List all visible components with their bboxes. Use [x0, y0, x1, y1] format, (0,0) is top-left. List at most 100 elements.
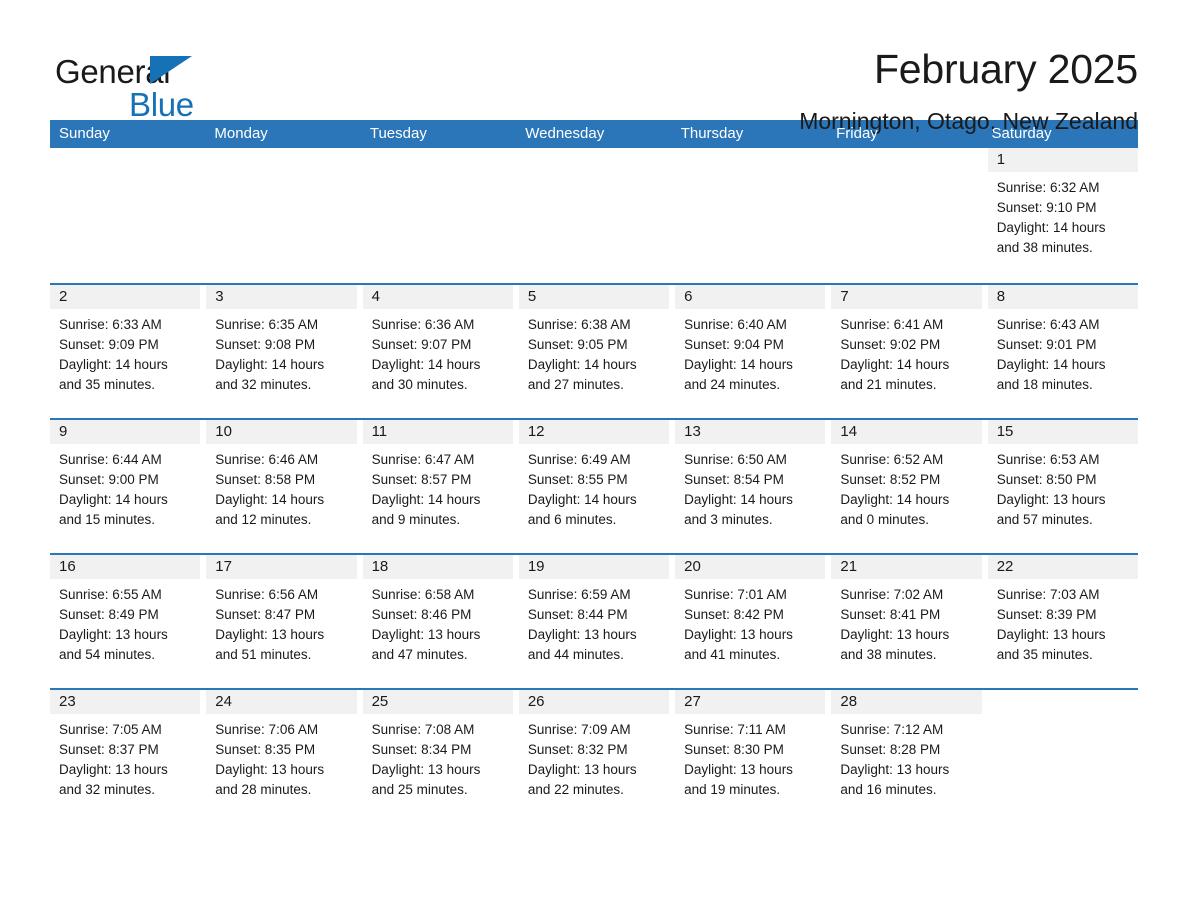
sunrise-text: Sunrise: 6:59 AM — [527, 587, 631, 602]
sunset-text: Sunset: 8:32 PM — [527, 742, 628, 757]
sunrise-text: Sunrise: 6:33 AM — [59, 317, 162, 332]
day-number: 12 — [518, 420, 670, 444]
calendar-weeks: 1 Sunrise: 6:32 AM Sunset: 9:10 PM Daylight… — [50, 148, 1138, 823]
calendar-day-cell[interactable]: 2 Sunrise: 6:33 AM Sunset: 9:09 PM Daylight… — [50, 285, 201, 418]
day-number: 15 — [987, 420, 1138, 444]
day-details: Sunrise: 7:05 AM Sunset: 8:37 PM Daylight:… — [50, 714, 200, 800]
day-details: Sunrise: 6:44 AM Sunset: 9:00 PM Daylight:… — [50, 444, 200, 530]
calendar-day-cell[interactable]: 27 Sunrise: 7:11 AM Sunset: 8:30 PM Dayligh… — [675, 690, 826, 823]
calendar-day-cell[interactable]: 11 Sunrise: 6:47 AM Sunset: 8:57 PM Dayligh… — [362, 420, 513, 553]
daylight-text-line2: and 25 minutes. — [371, 782, 468, 797]
daylight-text-line2: and 38 minutes. — [996, 240, 1093, 255]
sunrise-text: Sunrise: 6:53 AM — [996, 452, 1100, 467]
logo-text-blue: Blue — [129, 86, 194, 123]
daylight-text-line1: Daylight: 14 hours — [59, 492, 168, 507]
sunset-text: Sunset: 8:35 PM — [215, 742, 316, 757]
daylight-text-line2: and 28 minutes. — [215, 782, 312, 797]
calendar-day-cell[interactable]: 5 Sunrise: 6:38 AM Sunset: 9:05 PM Daylight… — [518, 285, 670, 418]
sunrise-text: Sunrise: 7:03 AM — [996, 587, 1100, 602]
calendar-day-cell[interactable]: 15 Sunrise: 6:53 AM Sunset: 8:50 PM Dayligh… — [987, 420, 1138, 553]
calendar-day-cell[interactable]: 10 Sunrise: 6:46 AM Sunset: 8:58 PM Dayligh… — [206, 420, 357, 553]
calendar-day-cell[interactable]: 19 Sunrise: 6:59 AM Sunset: 8:44 PM Dayligh… — [518, 555, 670, 688]
day-number: 2 — [50, 285, 201, 309]
weekday-header-friday: Friday — [836, 125, 878, 142]
calendar-day-cell[interactable]: 14 Sunrise: 6:52 AM Sunset: 8:52 PM Dayligh… — [831, 420, 982, 553]
daylight-text-line1: Daylight: 13 hours — [684, 762, 793, 777]
day-number: 6 — [675, 285, 826, 309]
day-number: 5 — [518, 285, 670, 309]
sunrise-text: Sunrise: 6:46 AM — [215, 452, 319, 467]
calendar-day-cell[interactable]: 6 Sunrise: 6:40 AM Sunset: 9:04 PM Daylight… — [675, 285, 826, 418]
calendar-day-cell[interactable]: 20 Sunrise: 7:01 AM Sunset: 8:42 PM Dayligh… — [675, 555, 826, 688]
day-details: Sunrise: 6:46 AM Sunset: 8:58 PM Daylight:… — [206, 444, 356, 530]
general-blue-logo[interactable]: General Blue — [55, 44, 295, 123]
sunrise-text: Sunrise: 6:35 AM — [215, 317, 319, 332]
daylight-text-line2: and 6 minutes. — [527, 512, 617, 527]
daylight-text-line2: and 35 minutes. — [59, 377, 156, 392]
calendar-day-cell[interactable]: 16 Sunrise: 6:55 AM Sunset: 8:49 PM Dayligh… — [50, 555, 201, 688]
calendar-day-cell[interactable]: 13 Sunrise: 6:50 AM Sunset: 8:54 PM Dayligh… — [675, 420, 826, 553]
day-details: Sunrise: 7:03 AM Sunset: 8:39 PM Daylight:… — [988, 579, 1138, 665]
day-details: Sunrise: 6:50 AM Sunset: 8:54 PM Daylight:… — [675, 444, 825, 530]
calendar-day-cell[interactable]: 28 Sunrise: 7:12 AM Sunset: 8:28 PM Dayligh… — [831, 690, 982, 823]
sunset-text: Sunset: 9:09 PM — [59, 337, 159, 352]
calendar-day-cell[interactable]: 18 Sunrise: 6:58 AM Sunset: 8:46 PM Dayligh… — [362, 555, 513, 688]
calendar-day-cell[interactable]: 24 Sunrise: 7:06 AM Sunset: 8:35 PM Dayligh… — [206, 690, 357, 823]
sunset-text: Sunset: 9:04 PM — [684, 337, 784, 352]
sunrise-text: Sunrise: 6:40 AM — [684, 317, 787, 332]
calendar-day-cell[interactable]: 17 Sunrise: 6:56 AM Sunset: 8:47 PM Dayligh… — [206, 555, 357, 688]
day-number: 22 — [987, 555, 1138, 579]
calendar-day-cell[interactable]: 8 Sunrise: 6:43 AM Sunset: 9:01 PM Daylight… — [987, 285, 1138, 418]
calendar-day-cell[interactable]: 12 Sunrise: 6:49 AM Sunset: 8:55 PM Dayligh… — [518, 420, 670, 553]
sunset-text: Sunset: 8:54 PM — [684, 472, 784, 487]
sunrise-text: Sunrise: 7:08 AM — [371, 722, 475, 737]
calendar-day-cell[interactable]: 7 Sunrise: 6:41 AM Sunset: 9:02 PM Daylight… — [831, 285, 982, 418]
day-number: 26 — [518, 690, 670, 714]
calendar-day-cell[interactable]: 22 Sunrise: 7:03 AM Sunset: 8:39 PM Dayligh… — [987, 555, 1138, 688]
day-details: Sunrise: 6:33 AM Sunset: 9:09 PM Daylight:… — [50, 309, 200, 395]
daylight-text-line2: and 54 minutes. — [59, 647, 156, 662]
calendar-day-cell[interactable]: 21 Sunrise: 7:02 AM Sunset: 8:41 PM Dayligh… — [831, 555, 982, 688]
calendar-day-cell[interactable]: 1 Sunrise: 6:32 AM Sunset: 9:10 PM Daylight… — [987, 148, 1138, 283]
sunrise-text: Sunrise: 6:41 AM — [840, 317, 944, 332]
day-details: Sunrise: 6:41 AM Sunset: 9:02 PM Daylight:… — [831, 309, 981, 395]
calendar-day-cell[interactable]: 3 Sunrise: 6:35 AM Sunset: 9:08 PM Daylight… — [206, 285, 357, 418]
calendar-day-cell[interactable]: 26 Sunrise: 7:09 AM Sunset: 8:32 PM Dayligh… — [518, 690, 670, 823]
day-number: 25 — [362, 690, 513, 714]
day-details: Sunrise: 6:52 AM Sunset: 8:52 PM Daylight:… — [831, 444, 981, 530]
sunset-text: Sunset: 8:30 PM — [684, 742, 784, 757]
calendar-day-cell[interactable]: 4 Sunrise: 6:36 AM Sunset: 9:07 PM Daylight… — [362, 285, 513, 418]
day-number — [988, 690, 1138, 714]
sunset-text: Sunset: 8:46 PM — [371, 607, 472, 622]
weekday-header-wednesday: Wednesday — [525, 125, 605, 142]
weekday-header-monday: Monday — [214, 125, 268, 142]
sunrise-text: Sunrise: 7:01 AM — [684, 587, 787, 602]
calendar-day-cell[interactable]: 25 Sunrise: 7:08 AM Sunset: 8:34 PM Dayligh… — [362, 690, 513, 823]
weekday-header-sunday: Sunday — [59, 125, 110, 142]
sunset-text: Sunset: 9:00 PM — [59, 472, 159, 487]
daylight-text-line1: Daylight: 14 hours — [527, 357, 637, 372]
daylight-text-line2: and 21 minutes. — [840, 377, 937, 392]
calendar-day-cell[interactable]: 23 Sunrise: 7:05 AM Sunset: 8:37 PM Dayligh… — [50, 690, 201, 823]
daylight-text-line2: and 3 minutes. — [684, 512, 773, 527]
daylight-text-line1: Daylight: 14 hours — [996, 357, 1106, 372]
sunset-text: Sunset: 9:10 PM — [996, 200, 1097, 215]
calendar-day-cell[interactable]: 9 Sunrise: 6:44 AM Sunset: 9:00 PM Daylight… — [50, 420, 201, 553]
page-title: February 2025 — [873, 46, 1138, 92]
page-header: General Blue February 2025 Mornington, O… — [0, 0, 1188, 134]
day-details: Sunrise: 6:40 AM Sunset: 9:04 PM Daylight:… — [675, 309, 825, 395]
sunrise-text: Sunrise: 6:43 AM — [996, 317, 1100, 332]
day-number — [206, 148, 356, 172]
day-details: Sunrise: 6:55 AM Sunset: 8:49 PM Daylight:… — [50, 579, 200, 665]
day-number: 17 — [206, 555, 357, 579]
day-number: 18 — [362, 555, 513, 579]
daylight-text-line1: Daylight: 13 hours — [840, 627, 950, 642]
day-details: Sunrise: 7:09 AM Sunset: 8:32 PM Daylight:… — [519, 714, 669, 800]
calendar-day-cell-empty — [519, 148, 669, 283]
sunset-text: Sunset: 8:55 PM — [527, 472, 628, 487]
day-number: 7 — [831, 285, 982, 309]
daylight-text-line1: Daylight: 14 hours — [371, 492, 481, 507]
sunset-text: Sunset: 8:28 PM — [840, 742, 941, 757]
sunrise-text: Sunrise: 7:09 AM — [527, 722, 631, 737]
sunset-text: Sunset: 8:41 PM — [840, 607, 941, 622]
